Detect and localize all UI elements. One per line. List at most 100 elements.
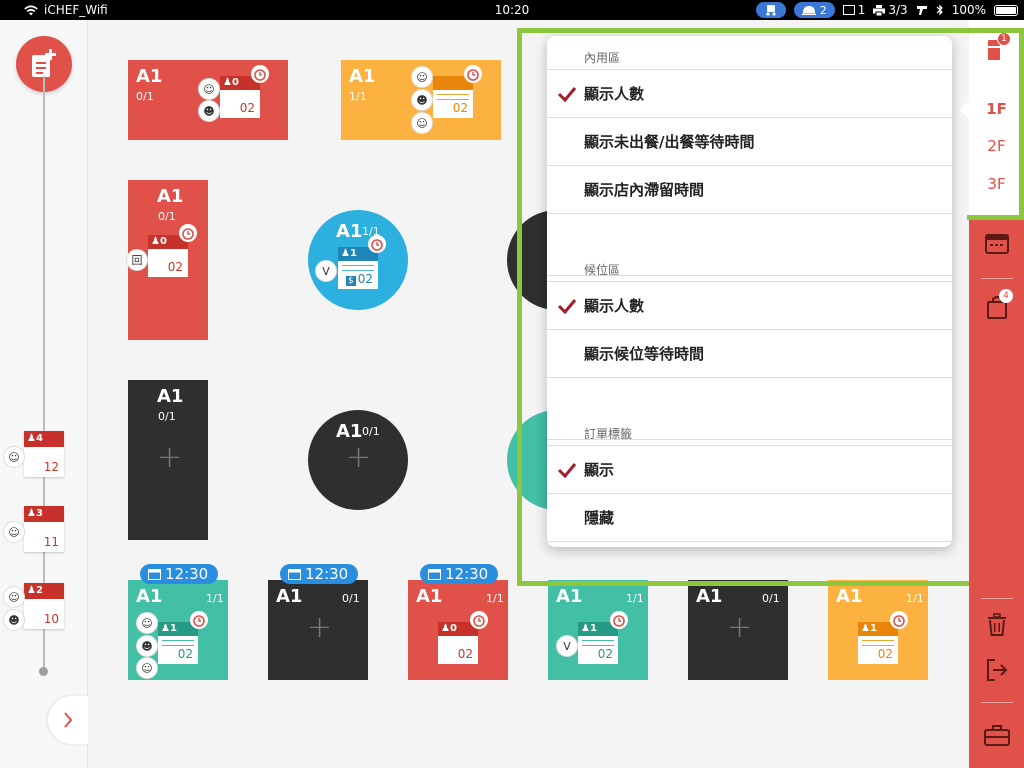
trash-icon [988,613,1006,636]
order-card[interactable]: ♟0 02 [438,622,478,664]
printer-icon [873,4,886,16]
logout-icon [987,659,1008,681]
reservation-badge[interactable]: 12:30 [280,564,359,584]
table[interactable]: A1 0/1 + [308,410,408,510]
customer-avatar-icon: ☺ [411,66,433,88]
takeout-badge: 4 [999,289,1013,303]
table-name: A1 [696,586,723,607]
scooter-icon [766,5,776,16]
alarm-clock-icon [890,611,908,629]
toolbar-divider [981,278,1013,279]
reservation-badge[interactable]: 12:30 [140,564,219,584]
timeline-line [43,76,45,671]
option-label: 隱藏 [584,509,615,527]
order-number: 02 [452,101,468,115]
reservation-time: 12:30 [165,565,209,583]
delete-button[interactable] [982,610,1012,640]
toolbar-divider [981,702,1013,703]
table[interactable]: A1 1/1 ♟0 02 [408,580,508,680]
option-label: 顯示 [584,461,615,479]
order-number: 02 [167,260,183,274]
order-card[interactable]: ♟0 02 [220,76,260,118]
table[interactable]: A1 1/1 ♟1 $02 V [308,210,408,310]
table-name: A1 [336,221,363,242]
toolbox-button[interactable] [982,720,1012,750]
table-occupancy: 0/1 [362,425,380,438]
reservations-button[interactable] [982,228,1012,258]
reservation-badge[interactable]: 12:30 [420,564,499,584]
option-label: 顯示人數 [584,297,645,315]
section-waiting: 候位區 [547,248,952,282]
expand-timeline-button[interactable] [48,696,88,744]
checkmark-icon [557,87,577,103]
order-guest-count: ♟3 [24,506,64,522]
customer-avatar-icon: ☺ [3,446,25,468]
status-bar: iCHEF_Wifi 10:20 2 1 3/3 100% [0,0,1024,20]
order-card[interactable]: ♟1 $02 [338,247,378,289]
calendar-icon [985,234,1009,254]
section-order-tags: 訂單標籤 [547,412,952,446]
display-options-menu: 內用區 顯示人數 顯示未出餐/出餐等待時間 顯示店內滯留時間 候位區 顯示人數 … [547,36,952,547]
option-label: 顯示人數 [584,85,645,103]
alarm-clock-icon [610,611,628,629]
calendar-icon [148,569,161,580]
timeline-order[interactable]: ♟3 11 [24,506,64,552]
timeline-order[interactable]: ♟2 10 [24,583,64,629]
table[interactable]: A1 0/1 + [688,580,788,680]
option-waiting-show-guests[interactable]: 顯示人數 [547,282,952,330]
order-number: 02 [597,647,613,661]
new-order-icon [32,49,56,77]
takeout-indicator[interactable]: 2 [793,2,835,18]
customer-avatar-icon: ☻ [198,100,220,122]
alarm-clock-icon [251,65,269,83]
alarm-clock-icon [368,235,386,253]
option-tags-hide[interactable]: 隱藏 [547,494,952,542]
table[interactable]: A1 1/1 02 ☺ ☻ ☺ [341,60,501,140]
option-tags-show[interactable]: 顯示 [547,446,952,494]
customer-avatar-icon: ☺ [136,612,158,634]
table-name: A1 [349,66,376,87]
customer-avatar-icon: ☺ [136,657,158,679]
order-card[interactable]: ♟1 02 [578,622,618,664]
table[interactable]: A1 0/1 ♟0 02 回 [126,180,208,340]
section-dine-in: 內用區 [547,36,952,70]
screen-icon [842,5,855,15]
paid-icon: $ [345,276,356,286]
checkmark-icon [557,463,577,479]
bluetooth-icon [936,4,943,16]
table-name: A1 [556,586,583,607]
table[interactable]: A1 0/1 + [268,580,368,680]
add-order-plus-icon: + [307,610,333,645]
highlight-frame [967,28,1024,220]
table[interactable]: A1 1/1 ♟1 02 V [548,580,648,680]
qr-tag-icon: 回 [126,249,148,271]
option-waiting-wait-time[interactable]: 顯示候位等待時間 [547,330,952,378]
customer-avatar-icon: ☻ [136,635,158,657]
table-name: A1 [157,186,184,207]
table[interactable]: A1 1/1 ♟1 02 [828,580,928,680]
logout-button[interactable] [982,655,1012,685]
delivery-indicator[interactable] [755,2,786,18]
table[interactable]: A1 0/1 ♟0 02 ☺ ☻ [128,60,288,140]
option-label: 顯示店內滯留時間 [584,181,705,199]
table-occupancy: 0/1 [158,210,176,223]
order-card[interactable]: ♟1 02 [158,622,198,664]
timeline-order[interactable]: ♟4 12 [24,431,64,477]
option-dine-in-wait-time[interactable]: 顯示未出餐/出餐等待時間 [547,118,952,166]
order-card[interactable]: 02 [433,76,473,118]
table[interactable]: A1 1/1 ♟1 02 ☺ ☻ ☺ [128,580,228,680]
cloche-icon [801,6,816,15]
option-dine-in-stay-time[interactable]: 顯示店內滯留時間 [547,166,952,214]
option-dine-in-show-guests[interactable]: 顯示人數 [547,70,952,118]
order-number: 10 [43,612,59,626]
takeout-orders-button[interactable]: 4 [982,289,1013,322]
alarm-clock-icon [190,611,208,629]
order-number: 02 [457,647,473,661]
order-card[interactable]: ♟1 02 [858,622,898,664]
alarm-clock-icon [179,224,197,242]
table-occupancy: 0/1 [342,592,360,605]
order-card[interactable]: ♟0 02 [148,235,188,277]
table[interactable]: A1 0/1 + [128,380,208,540]
table-name: A1 [416,586,443,607]
printer-indicator: 3/3 [873,3,908,17]
